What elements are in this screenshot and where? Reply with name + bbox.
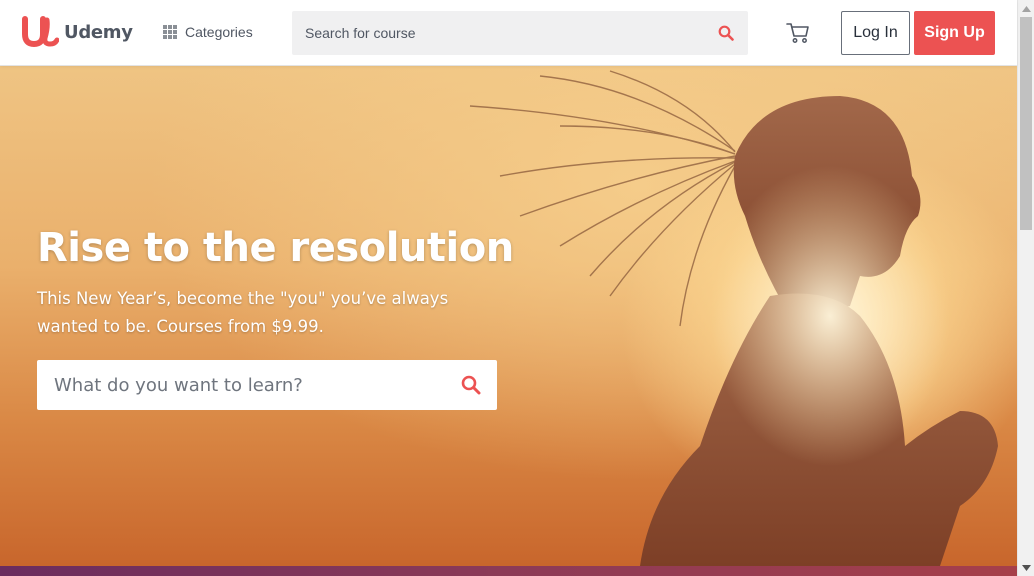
categories-menu[interactable]: Categories: [163, 24, 253, 40]
header-search-bar: [292, 11, 748, 55]
grid-icon: [163, 25, 177, 39]
hero-search-input[interactable]: [37, 360, 445, 410]
logo-text: Udemy: [64, 21, 133, 43]
cart-icon[interactable]: [786, 22, 810, 44]
search-icon: [461, 375, 481, 395]
scroll-up-arrow-icon[interactable]: [1018, 0, 1034, 17]
vertical-scrollbar[interactable]: [1017, 0, 1034, 576]
udemy-logo[interactable]: Udemy: [21, 16, 133, 48]
udemy-logo-icon: [22, 16, 59, 48]
scroll-thumb[interactable]: [1020, 17, 1032, 230]
hero-subtitle: This New Year’s, become the "you" you’ve…: [37, 289, 449, 336]
hero-search-bar: [37, 360, 497, 410]
scroll-down-arrow-icon[interactable]: [1018, 559, 1034, 576]
hero-banner: Rise to the resolution This New Year’s, …: [0, 66, 1017, 566]
categories-label: Categories: [185, 24, 253, 40]
hero-title: Rise to the resolution: [37, 225, 514, 271]
signup-button[interactable]: Sign Up: [914, 11, 995, 55]
login-button[interactable]: Log In: [841, 11, 910, 55]
top-navbar: Udemy Categories Log In Sign Up: [0, 0, 1017, 66]
section-divider-band: [0, 566, 1017, 576]
search-icon: [718, 25, 734, 41]
header-search-button[interactable]: [704, 11, 748, 55]
hero-search-button[interactable]: [445, 360, 497, 410]
header-search-input[interactable]: [292, 11, 704, 55]
